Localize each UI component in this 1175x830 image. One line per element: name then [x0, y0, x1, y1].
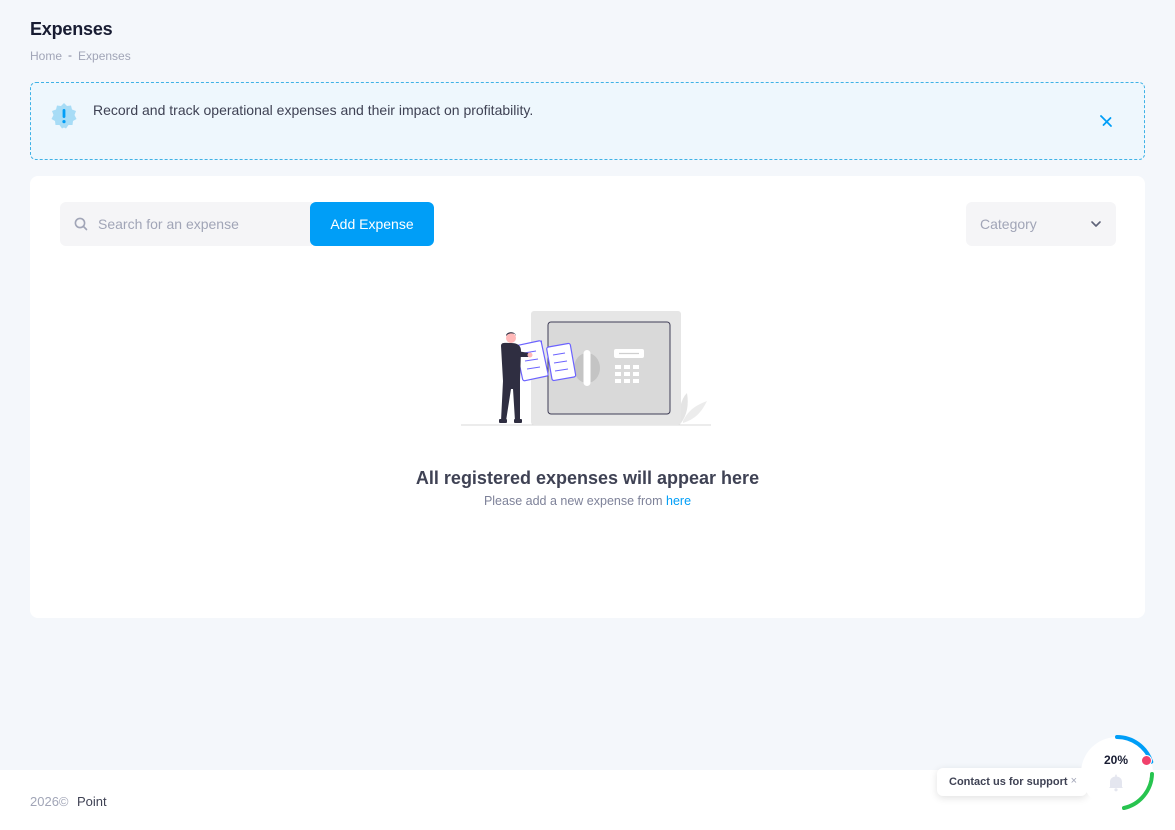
- chevron-down-icon: [1091, 221, 1101, 227]
- notification-dot: [1141, 755, 1152, 766]
- empty-state-title: All registered expenses will appear here: [415, 468, 760, 488]
- add-expense-button[interactable]: Add Expense: [310, 202, 434, 246]
- category-label: Category: [980, 216, 1037, 232]
- exclamation-badge-icon: [51, 103, 77, 129]
- empty-state-text: Please add a new expense from: [483, 494, 663, 508]
- search-icon: [74, 217, 88, 231]
- add-expense-link[interactable]: here: [666, 494, 691, 508]
- breadcrumb-home[interactable]: Home: [30, 49, 62, 63]
- category-select[interactable]: Category: [966, 202, 1116, 246]
- expenses-card: Add Expense Category: [30, 176, 1145, 618]
- footer-brand-link[interactable]: Point: [77, 794, 107, 809]
- search-input[interactable]: [98, 202, 308, 246]
- page-title: Expenses: [30, 19, 113, 39]
- notice-text: Record and track operational expenses an…: [93, 102, 534, 118]
- empty-state-subtitle: Please add a new expense from here: [30, 494, 1145, 508]
- contact-support-label: Contact us for support: [949, 776, 1068, 788]
- breadcrumb-current: Expenses: [78, 49, 131, 63]
- safe-illustration: [461, 311, 711, 426]
- close-icon[interactable]: ×: [1071, 775, 1077, 787]
- breadcrumb-separator: -: [68, 47, 73, 62]
- breadcrumb: Home - Expenses: [30, 47, 131, 64]
- info-notice: Record and track operational expenses an…: [30, 82, 1145, 160]
- search-box[interactable]: [60, 202, 312, 246]
- footer-copyright: 2026©: [30, 794, 69, 809]
- setup-progress-widget[interactable]: 20%: [1078, 734, 1156, 812]
- close-icon[interactable]: [1098, 113, 1114, 129]
- contact-support-pill[interactable]: Contact us for support ×: [937, 768, 1087, 796]
- page-header: Expenses Home - Expenses: [30, 19, 131, 63]
- bell-icon: [1109, 774, 1123, 792]
